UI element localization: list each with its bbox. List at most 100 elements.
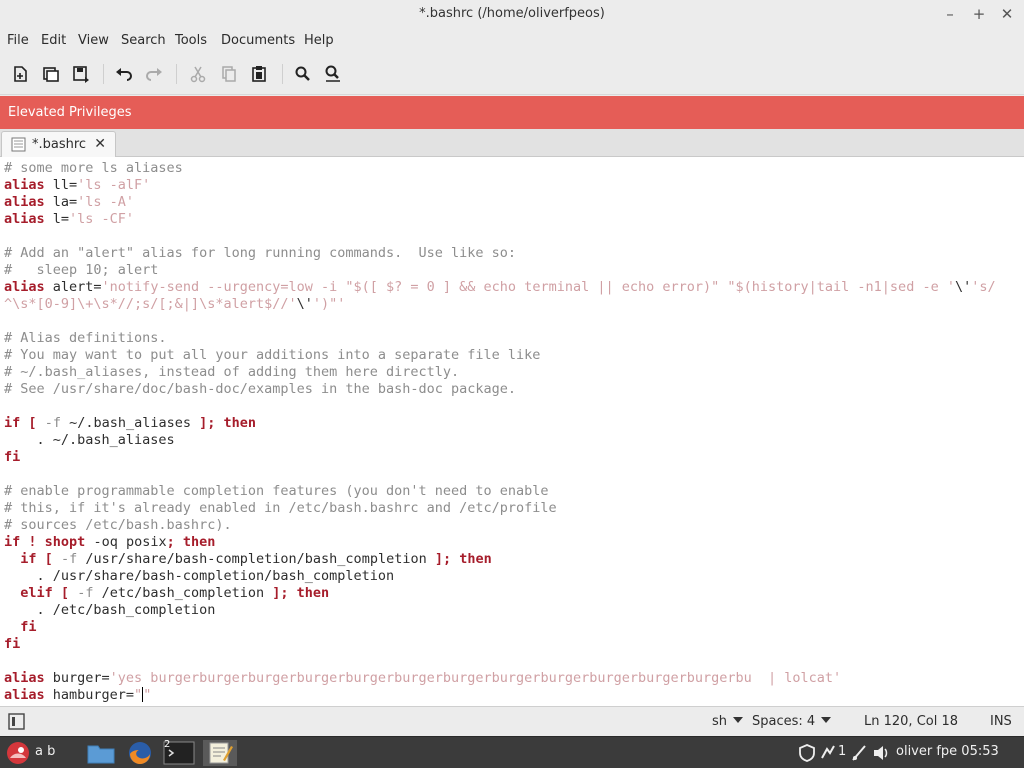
code-line[interactable]: alias alert='notify-send --urgency=low -…	[4, 279, 996, 296]
code-line[interactable]: fi	[4, 449, 996, 466]
side-panel-toggle-icon[interactable]	[8, 713, 25, 734]
code-token: \'	[296, 296, 313, 312]
cut-icon[interactable]	[187, 63, 209, 85]
code-token: alias	[4, 687, 45, 703]
code-area[interactable]: # some more ls aliases alias ll='ls -alF'…	[4, 160, 996, 704]
code-token: ; then	[166, 534, 216, 550]
code-token: [	[44, 551, 53, 567]
code-line[interactable]: ^\s*[0-9]\+\s*//;s/[;&|]\s*alert$//'\'')…	[4, 296, 996, 313]
code-line[interactable]: # Add an "alert" alias for long running …	[4, 245, 996, 262]
code-token: # Alias definitions.	[4, 330, 167, 346]
code-line[interactable]: # sources /etc/bash.bashrc).	[4, 517, 996, 534]
code-token: [	[60, 585, 70, 601]
code-token: 'notify-send --urgency=low -i "$([ $? = …	[101, 279, 955, 295]
code-line[interactable]: fi	[4, 619, 996, 636]
menu-search[interactable]: Search	[121, 33, 166, 48]
taskbar: a b 2 1 oliver fpe 05:53	[0, 736, 1024, 768]
code-line[interactable]: # this, if it's already enabled in /etc/…	[4, 500, 996, 517]
indent-selector[interactable]: Spaces: 4	[752, 714, 832, 729]
code-token: ll=	[44, 177, 78, 193]
elevated-privileges-bar: Elevated Privileges	[0, 96, 1024, 129]
minimize-button[interactable]: –	[940, 4, 960, 24]
code-token: # sleep 10; alert	[4, 262, 159, 278]
code-token: hamburger=	[44, 687, 135, 703]
code-line[interactable]: fi	[4, 636, 996, 653]
code-token: # See /usr/share/doc/bash-doc/examples i…	[4, 381, 517, 397]
find-replace-icon[interactable]	[322, 63, 344, 85]
code-line[interactable]	[4, 398, 996, 415]
code-token: if	[20, 551, 37, 567]
code-token: ! shopt	[28, 534, 86, 550]
shield-icon[interactable]	[797, 740, 817, 766]
code-line[interactable]: # some more ls aliases	[4, 160, 996, 177]
text-editor-task-icon[interactable]	[203, 740, 237, 766]
update-icon[interactable]	[818, 740, 838, 766]
code-line[interactable]: alias burger='yes burgerburgerburgerburg…	[4, 670, 996, 687]
terminal-icon[interactable]: 2	[162, 739, 196, 766]
chevron-down-icon	[733, 717, 744, 723]
menu-tools[interactable]: Tools	[175, 33, 207, 48]
code-token: elif	[20, 585, 53, 601]
code-line[interactable]: alias ll='ls -alF'	[4, 177, 996, 194]
code-line[interactable]: # You may want to put all your additions…	[4, 347, 996, 364]
code-line[interactable]: # Alias definitions.	[4, 330, 996, 347]
code-line[interactable]: alias l='ls -CF'	[4, 211, 996, 228]
code-token: . ~/.bash_aliases	[4, 432, 175, 448]
code-token: . /etc/bash_completion	[4, 602, 216, 618]
code-line[interactable]: if [ -f ~/.bash_aliases ]; then	[4, 415, 996, 432]
toolbar-separator	[103, 64, 104, 84]
code-token: alias	[4, 194, 45, 210]
code-line[interactable]: alias hamburger=""	[4, 687, 996, 704]
code-line[interactable]	[4, 228, 996, 245]
new-window-icon[interactable]	[40, 63, 62, 85]
paste-icon[interactable]	[248, 63, 270, 85]
code-line[interactable]: if ! shopt -oq posix; then	[4, 534, 996, 551]
code-token: \'	[954, 279, 972, 295]
code-line[interactable]	[4, 313, 996, 330]
code-line[interactable]	[4, 653, 996, 670]
code-line[interactable]: . ~/.bash_aliases	[4, 432, 996, 449]
maximize-button[interactable]: +	[969, 4, 989, 24]
menu-documents[interactable]: Documents	[221, 33, 295, 48]
network-icon[interactable]	[850, 740, 868, 766]
menu-edit[interactable]: Edit	[41, 33, 66, 48]
menu-view[interactable]: View	[78, 33, 109, 48]
code-line[interactable]: alias la='ls -A'	[4, 194, 996, 211]
redo-icon[interactable]	[143, 63, 165, 85]
app-menu-icon[interactable]	[5, 740, 31, 766]
undo-icon[interactable]	[113, 63, 135, 85]
code-token: # enable programmable completion feature…	[4, 483, 549, 499]
new-document-icon[interactable]	[9, 63, 31, 85]
document-icon	[11, 137, 26, 156]
text-editor[interactable]: # some more ls aliases alias ll='ls -alF'…	[0, 157, 1024, 706]
code-token: 'yes burgerburgerburgerburgerburgerburge…	[109, 670, 842, 686]
code-line[interactable]: . /etc/bash_completion	[4, 602, 996, 619]
find-icon[interactable]	[292, 63, 314, 85]
folder-icon[interactable]	[85, 740, 117, 766]
code-line[interactable]: . /usr/share/bash-completion/bash_comple…	[4, 568, 996, 585]
menu-file[interactable]: File	[7, 33, 29, 48]
copy-icon[interactable]	[218, 63, 240, 85]
code-line[interactable]	[4, 466, 996, 483]
tab-bashrc[interactable]: *.bashrc ✕	[1, 131, 116, 158]
user-clock: oliver fpe 05:53	[896, 744, 999, 759]
menu-help[interactable]: Help	[304, 33, 334, 48]
code-line[interactable]: # sleep 10; alert	[4, 262, 996, 279]
firefox-icon[interactable]	[124, 740, 156, 766]
save-icon[interactable]	[70, 63, 92, 85]
code-line[interactable]: # See /usr/share/doc/bash-doc/examples i…	[4, 381, 996, 398]
language-selector[interactable]: sh	[712, 714, 744, 729]
tab-close-button[interactable]: ✕	[94, 136, 106, 152]
code-line[interactable]: if [ -f /usr/share/bash-completion/bash_…	[4, 551, 996, 568]
code-line[interactable]: # ~/.bash_aliases, instead of adding the…	[4, 364, 996, 381]
tab-bar: *.bashrc ✕	[0, 129, 1024, 158]
code-token: alias	[4, 279, 45, 295]
close-window-button[interactable]: ✕	[997, 4, 1017, 24]
code-line[interactable]: # enable programmable completion feature…	[4, 483, 996, 500]
code-line[interactable]: elif [ -f /etc/bash_completion ]; then	[4, 585, 996, 602]
volume-icon[interactable]	[871, 740, 891, 766]
tray-count: 1	[838, 744, 847, 759]
code-token: ')"'	[312, 296, 346, 312]
